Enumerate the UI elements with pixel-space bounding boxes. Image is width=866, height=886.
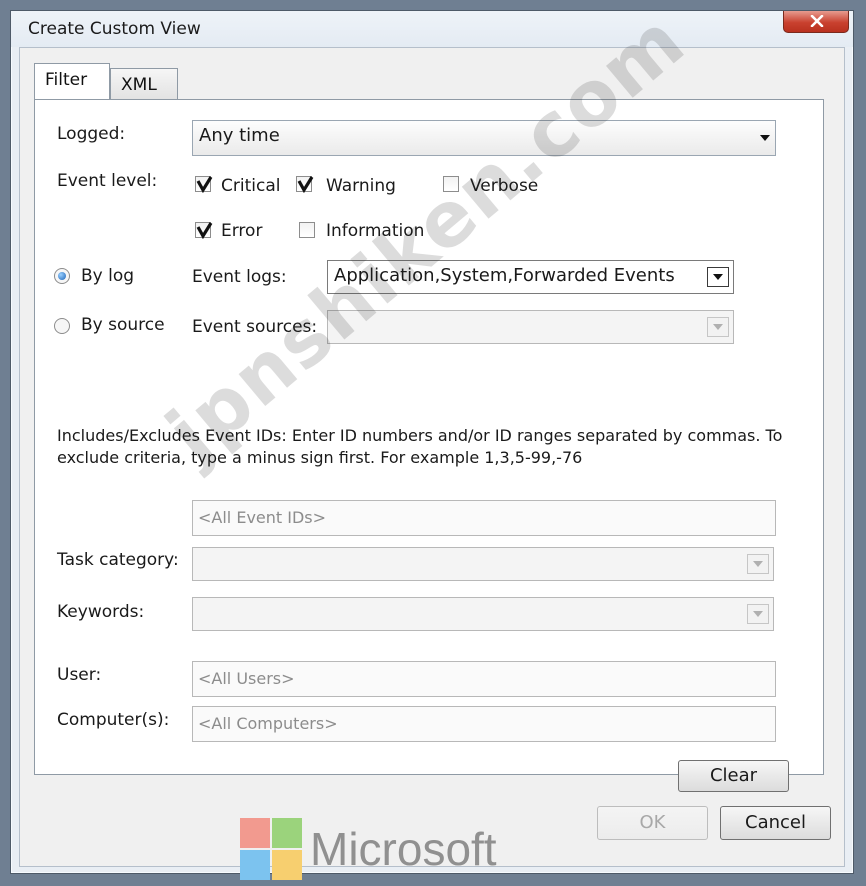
microsoft-logo-icon: [240, 818, 270, 848]
chevron-down-icon: [713, 324, 723, 330]
logged-value: Any time: [199, 125, 280, 146]
event-level-label: Event level:: [57, 171, 158, 191]
error-checkbox[interactable]: [195, 222, 213, 239]
microsoft-logo: Microsoft: [240, 818, 530, 882]
checkmark-icon: [196, 176, 213, 193]
dialog-body: Filter XML Logged: Any time Event level:…: [19, 47, 845, 867]
microsoft-logo-text: Microsoft: [310, 823, 497, 875]
ok-button[interactable]: OK: [597, 806, 708, 840]
error-label: Error: [221, 221, 263, 241]
verbose-checkbox[interactable]: [443, 176, 459, 192]
task-category-select[interactable]: [192, 547, 774, 581]
warning-label: Warning: [326, 176, 396, 196]
close-button[interactable]: [783, 11, 849, 33]
verbose-label: Verbose: [470, 176, 539, 196]
logged-label: Logged:: [57, 124, 126, 144]
event-ids-description: Includes/Excludes Event IDs: Enter ID nu…: [57, 426, 783, 467]
microsoft-logo-icon: [272, 850, 302, 880]
user-input[interactable]: <All Users>: [192, 661, 776, 697]
close-icon: [810, 15, 824, 27]
clear-button[interactable]: Clear: [678, 760, 789, 792]
event-sources-select[interactable]: [327, 310, 734, 344]
chevron-down-icon: [713, 274, 723, 280]
event-sources-dropdown-button[interactable]: [707, 317, 729, 337]
keywords-label: Keywords:: [57, 602, 145, 622]
keywords-select[interactable]: [192, 597, 774, 631]
event-logs-select[interactable]: Application,System,Forwarded Events: [327, 260, 734, 294]
cancel-button[interactable]: Cancel: [720, 806, 831, 840]
radio-selected-dot: [58, 272, 66, 280]
tab-filter[interactable]: Filter: [34, 63, 110, 99]
event-logs-label: Event logs:: [192, 267, 287, 287]
critical-checkbox[interactable]: [195, 176, 213, 193]
by-log-radio[interactable]: [54, 268, 70, 284]
computers-placeholder: <All Computers>: [198, 714, 338, 733]
microsoft-logo-icon: [272, 818, 302, 848]
by-source-radio[interactable]: [54, 318, 70, 334]
logged-select[interactable]: Any time: [192, 120, 776, 156]
computers-input[interactable]: <All Computers>: [192, 706, 776, 742]
checkmark-icon: [196, 222, 213, 239]
by-log-label: By log: [81, 266, 135, 286]
chevron-down-icon: [760, 135, 770, 141]
critical-label: Critical: [221, 176, 281, 196]
warning-checkbox[interactable]: [296, 176, 314, 193]
event-ids-placeholder: <All Event IDs>: [198, 508, 327, 527]
computers-label: Computer(s):: [57, 710, 170, 730]
tab-filter-label: Filter: [45, 70, 88, 90]
task-category-dropdown-button[interactable]: [747, 554, 769, 574]
chevron-down-icon: [753, 611, 763, 617]
tab-xml[interactable]: XML: [110, 68, 178, 100]
keywords-dropdown-button[interactable]: [747, 604, 769, 624]
event-logs-dropdown-button[interactable]: [707, 267, 729, 287]
event-ids-input[interactable]: <All Event IDs>: [192, 500, 776, 536]
task-category-label: Task category:: [57, 550, 179, 570]
checkmark-icon: [297, 176, 314, 193]
by-source-label: By source: [81, 315, 165, 335]
title-bar[interactable]: Create Custom View: [11, 11, 853, 47]
event-sources-label: Event sources:: [192, 317, 318, 337]
tab-xml-label: XML: [121, 75, 157, 95]
information-checkbox[interactable]: [299, 222, 315, 238]
window-title: Create Custom View: [28, 19, 201, 39]
user-label: User:: [57, 665, 102, 685]
create-custom-view-dialog: Create Custom View Filter XML Logged: An…: [10, 10, 854, 874]
microsoft-logo-icon: [240, 850, 270, 880]
filter-panel: Logged: Any time Event level: Critical W…: [34, 99, 824, 792]
user-placeholder: <All Users>: [198, 669, 295, 688]
information-label: Information: [326, 221, 425, 241]
chevron-down-icon: [753, 561, 763, 567]
event-logs-value: Application,System,Forwarded Events: [334, 265, 675, 286]
